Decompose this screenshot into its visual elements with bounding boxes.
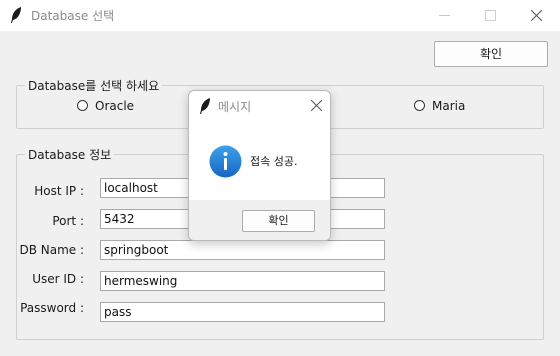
db-info-legend: Database 정보 — [28, 148, 112, 162]
close-button[interactable] — [514, 0, 560, 31]
db-name-label: DB Name : — [19, 243, 84, 257]
radio-maria[interactable]: Maria — [414, 99, 465, 113]
user-id-label: User ID : — [32, 272, 84, 286]
minimize-button[interactable] — [422, 0, 468, 31]
dialog-message: 접속 성공. — [250, 155, 298, 168]
dialog-title: 메시지 — [218, 100, 252, 114]
window-title: Database 선택 — [31, 9, 115, 23]
radio-circle[interactable] — [414, 100, 425, 111]
maximize-button[interactable] — [468, 0, 514, 31]
minimize-icon — [439, 15, 450, 16]
confirm-button[interactable]: 확인 — [434, 41, 548, 67]
message-dialog: 메시지 접속 성공. 확인 — [188, 90, 331, 241]
db-name-field[interactable] — [100, 240, 385, 260]
title-bar: Database 선택 — [0, 0, 560, 31]
port-label: Port : — [52, 214, 84, 228]
password-field[interactable] — [100, 302, 385, 322]
radio-label: Maria — [432, 99, 466, 113]
feather-icon — [11, 7, 21, 23]
password-label: Password : — [20, 301, 84, 315]
feather-icon — [200, 98, 210, 114]
maximize-icon — [485, 10, 496, 21]
user-id-field[interactable] — [100, 271, 385, 291]
radio-oracle[interactable]: Oracle — [77, 99, 134, 113]
radio-circle[interactable] — [77, 100, 88, 111]
close-icon — [531, 10, 542, 21]
close-icon — [311, 100, 322, 111]
db-select-legend: Database를 선택 하세요 — [28, 79, 160, 93]
dialog-close-button[interactable] — [307, 96, 327, 116]
info-icon — [209, 145, 242, 178]
host-ip-label: Host IP : — [34, 184, 84, 198]
radio-label: Oracle — [95, 99, 135, 113]
dialog-ok-button[interactable]: 확인 — [242, 210, 315, 232]
